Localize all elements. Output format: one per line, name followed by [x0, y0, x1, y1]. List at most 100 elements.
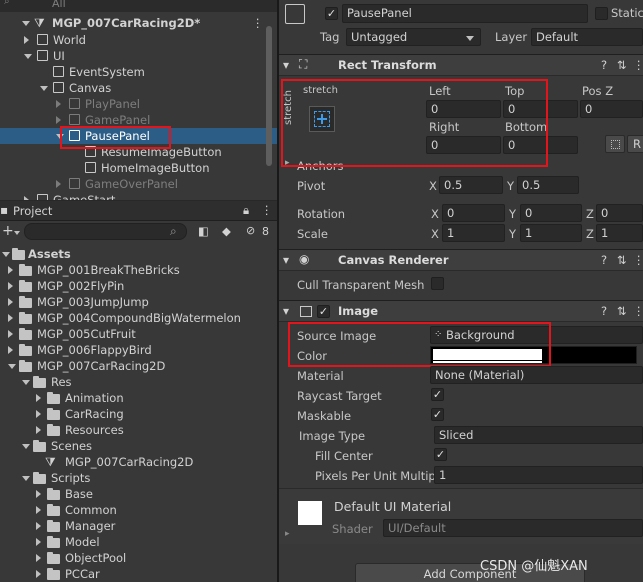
- color-field[interactable]: [430, 346, 637, 364]
- tag-dropdown[interactable]: Untagged: [346, 28, 481, 46]
- expand-arrow-icon[interactable]: [36, 490, 41, 498]
- project-item[interactable]: CarRacing: [0, 406, 277, 422]
- project-item[interactable]: MGP_003JumpJump: [0, 294, 277, 310]
- posz-field[interactable]: 0: [580, 100, 643, 118]
- expand-arrow-icon[interactable]: [40, 86, 48, 91]
- project-item[interactable]: MGP_007CarRacing2D: [0, 358, 277, 374]
- image-type-dropdown[interactable]: Sliced: [434, 426, 643, 444]
- project-item[interactable]: MGP_004CompoundBigWatermelon: [0, 310, 277, 326]
- expand-arrow-icon[interactable]: [8, 346, 13, 354]
- expand-arrow-icon[interactable]: [36, 538, 41, 546]
- hierarchy-item[interactable]: HomeImageButton: [0, 160, 277, 176]
- project-item[interactable]: Model: [0, 534, 277, 550]
- expand-arrow-icon[interactable]: [36, 522, 41, 530]
- expand-arrow-icon[interactable]: [36, 554, 41, 562]
- static-checkbox[interactable]: [595, 7, 608, 20]
- project-item[interactable]: MGP_006FlappyBird: [0, 342, 277, 358]
- cull-checkbox[interactable]: [431, 277, 444, 290]
- help-icon[interactable]: ?: [601, 304, 607, 318]
- lock-icon[interactable]: 🔒︎: [243, 203, 249, 218]
- right-field[interactable]: 0: [426, 136, 501, 154]
- project-item[interactable]: Base: [0, 486, 277, 502]
- component-menu-icon[interactable]: ⋮: [633, 304, 643, 318]
- project-item[interactable]: PCCar: [0, 566, 277, 582]
- preset-icon[interactable]: ⇅: [617, 304, 627, 318]
- project-item[interactable]: Resources: [0, 422, 277, 438]
- scale-z-field[interactable]: 1: [596, 224, 643, 242]
- anchors-label[interactable]: Anchors: [297, 159, 344, 173]
- preset-icon[interactable]: ⇅: [617, 253, 627, 267]
- expand-arrow-icon[interactable]: [8, 282, 13, 290]
- filter-label-icon[interactable]: ◆: [222, 224, 231, 238]
- project-item[interactable]: MGP_005CutFruit: [0, 326, 277, 342]
- project-tab[interactable]: Project: [13, 204, 52, 218]
- filter-type-icon[interactable]: ◧: [198, 224, 209, 238]
- help-icon[interactable]: ?: [601, 253, 607, 267]
- expand-arrow-icon[interactable]: [22, 21, 30, 26]
- scale-x-field[interactable]: 1: [442, 224, 505, 242]
- expand-arrow-icon[interactable]: [8, 266, 13, 274]
- project-item[interactable]: Scripts: [0, 470, 277, 486]
- project-item[interactable]: Res: [0, 374, 277, 390]
- layer-dropdown[interactable]: Default: [531, 28, 643, 46]
- expand-arrow-icon[interactable]: [22, 476, 30, 481]
- preset-icon[interactable]: ⇅: [617, 58, 627, 72]
- expand-arrow-icon[interactable]: [22, 444, 30, 449]
- expand-arrow-icon[interactable]: [22, 380, 30, 385]
- expand-arrow-icon[interactable]: [24, 36, 29, 44]
- component-fold-icon[interactable]: ▾: [283, 304, 289, 318]
- blueprint-mode-button[interactable]: [605, 135, 625, 153]
- hierarchy-item[interactable]: ResumeImageButton: [0, 144, 277, 160]
- expand-arrow-icon[interactable]: [24, 54, 32, 59]
- expand-arrow-icon[interactable]: [56, 180, 61, 188]
- component-menu-icon[interactable]: ⋮: [633, 58, 643, 72]
- project-item[interactable]: Common: [0, 502, 277, 518]
- left-field[interactable]: 0: [426, 100, 501, 118]
- hidden-packages-icon[interactable]: ⊘: [246, 224, 255, 237]
- project-item[interactable]: Animation: [0, 390, 277, 406]
- scale-y-field[interactable]: 1: [520, 224, 582, 242]
- expand-arrow-icon[interactable]: [2, 252, 10, 257]
- hierarchy-item[interactable]: UI: [0, 48, 277, 64]
- project-item[interactable]: MGP_001BreakTheBricks: [0, 262, 277, 278]
- bottom-field[interactable]: 0: [503, 136, 578, 154]
- project-item[interactable]: ObjectPool: [0, 550, 277, 566]
- canvas-renderer-header[interactable]: ▾ ◉ Canvas Renderer ? ⇅ ⋮: [279, 249, 643, 271]
- pivot-x-field[interactable]: 0.5: [439, 176, 503, 194]
- component-fold-icon[interactable]: ▾: [283, 58, 289, 72]
- expand-arrow-icon[interactable]: [56, 116, 61, 124]
- expand-arrow-icon[interactable]: [36, 570, 41, 578]
- expand-arrow-icon[interactable]: [36, 394, 41, 402]
- hierarchy-item[interactable]: PlayPanel: [0, 96, 277, 112]
- component-menu-icon[interactable]: ⋮: [633, 253, 643, 267]
- expand-arrow-icon[interactable]: [8, 330, 13, 338]
- hierarchy-item[interactable]: GamePanel: [0, 112, 277, 128]
- component-fold-icon[interactable]: ▾: [283, 253, 289, 267]
- add-asset-button[interactable]: +: [2, 223, 14, 239]
- expand-arrow-icon[interactable]: [8, 364, 16, 369]
- expand-arrow-icon[interactable]: [36, 426, 41, 434]
- project-item[interactable]: Scenes: [0, 438, 277, 454]
- project-item[interactable]: ⧩ MGP_007CarRacing2D: [0, 454, 277, 470]
- image-header[interactable]: ▾ ✓ Image ? ⇅ ⋮: [279, 300, 643, 322]
- assets-row[interactable]: Assets: [0, 246, 277, 262]
- raycast-checkbox[interactable]: ✓: [431, 388, 444, 401]
- preview-fold-icon[interactable]: ▸: [285, 529, 290, 539]
- maskable-checkbox[interactable]: ✓: [431, 408, 444, 421]
- scene-menu-icon[interactable]: ⋮: [252, 15, 264, 31]
- expand-arrow-icon[interactable]: [8, 298, 13, 306]
- source-image-field[interactable]: ⁘ Background: [430, 326, 643, 344]
- rect-transform-header[interactable]: ▾ ⛶ Rect Transform ? ⇅ ⋮: [279, 54, 643, 76]
- expand-arrow-icon[interactable]: [24, 196, 29, 200]
- material-field[interactable]: None (Material): [430, 366, 643, 384]
- expand-arrow-icon[interactable]: [56, 134, 64, 139]
- hierarchy-item[interactable]: EventSystem: [0, 64, 277, 80]
- raw-edit-button[interactable]: R: [627, 135, 643, 153]
- expand-arrow-icon[interactable]: [36, 410, 41, 418]
- hierarchy-item[interactable]: Canvas: [0, 80, 277, 96]
- project-search-input[interactable]: ⌕: [24, 223, 187, 240]
- rot-x-field[interactable]: 0: [442, 204, 505, 222]
- hierarchy-scrollbar[interactable]: [266, 26, 272, 166]
- expand-arrow-icon[interactable]: [8, 314, 13, 322]
- top-field[interactable]: 0: [503, 100, 578, 118]
